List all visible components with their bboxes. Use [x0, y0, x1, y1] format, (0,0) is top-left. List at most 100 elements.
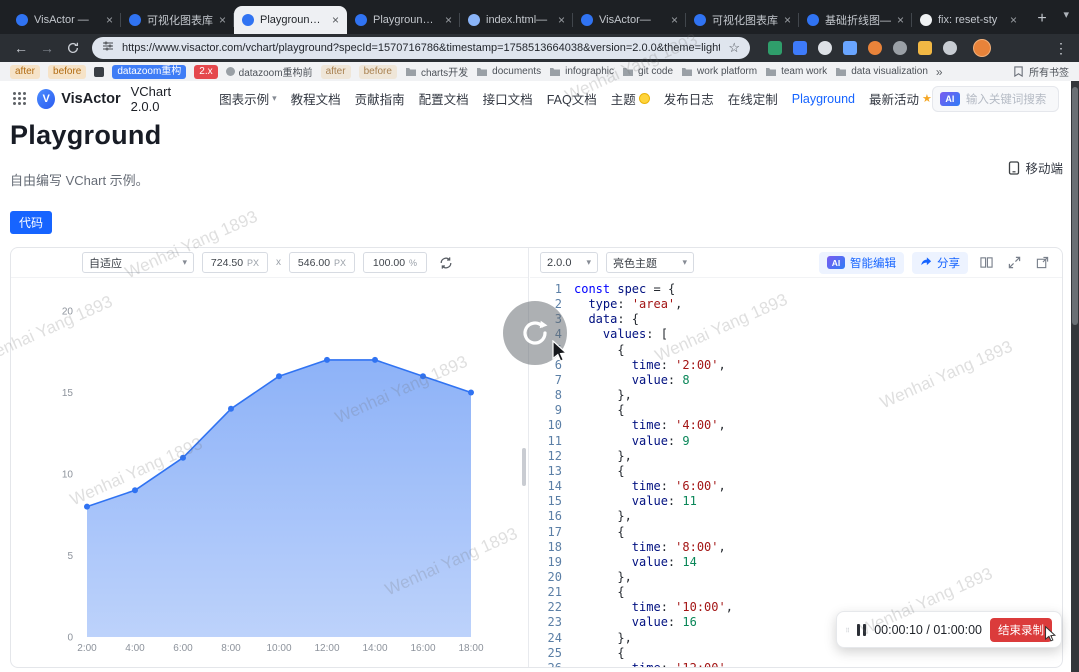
code-line[interactable]: 12 },	[530, 449, 1062, 464]
browser-tab[interactable]: Playground—×	[347, 6, 460, 34]
width-input[interactable]: 724.50 PX	[202, 252, 268, 273]
nav-menu-item[interactable]: Playground	[792, 92, 855, 106]
apps-grid-icon[interactable]	[12, 91, 27, 107]
ai-edit-button[interactable]: AI 智能编辑	[819, 252, 904, 274]
nav-menu-item[interactable]: 主题	[611, 89, 650, 108]
bookmark-item[interactable]: charts开发	[405, 64, 468, 79]
all-bookmarks-button[interactable]: 所有书签	[1013, 62, 1069, 81]
reload-icon[interactable]	[62, 37, 84, 59]
extension-icon-blue[interactable]	[793, 41, 807, 55]
version-select[interactable]: 2.0.0 ▾	[540, 252, 598, 273]
code-line[interactable]: 5 {	[530, 343, 1062, 358]
bookmark-item[interactable]: data visualization	[835, 66, 928, 77]
code-line[interactable]: 8 },	[530, 388, 1062, 403]
code-line[interactable]: 1const spec = {	[530, 282, 1062, 297]
extension-icon-green[interactable]	[768, 41, 782, 55]
nav-menu-item[interactable]: 在线定制	[728, 89, 778, 108]
tab-close-icon[interactable]: ×	[1010, 13, 1017, 27]
browser-tab[interactable]: fix: reset-sty×	[912, 6, 1025, 34]
tab-close-icon[interactable]: ×	[784, 13, 791, 27]
code-line[interactable]: 2 type: 'area',	[530, 297, 1062, 312]
drag-handle-icon[interactable]	[846, 623, 849, 637]
nav-menu-item[interactable]: 贡献指南	[355, 89, 405, 108]
page-scrollbar-thumb[interactable]	[1072, 87, 1078, 325]
fullscreen-icon[interactable]	[1004, 253, 1024, 273]
code-line[interactable]: 26 time: '12:00',	[530, 661, 1062, 667]
nav-menu-item[interactable]: 最新活动★	[869, 89, 932, 108]
profile-avatar[interactable]	[973, 39, 991, 57]
browser-tab[interactable]: index.html—×	[460, 6, 573, 34]
bookmark-item[interactable]: documents	[476, 66, 541, 77]
stop-recording-button[interactable]: 结束录制	[990, 618, 1052, 642]
product-version[interactable]: VChart 2.0.0	[131, 84, 197, 114]
bookmark-item[interactable]: before	[48, 65, 86, 79]
open-external-icon[interactable]	[1032, 253, 1052, 273]
tab-close-icon[interactable]: ×	[445, 13, 452, 27]
device-select[interactable]: 自适应 ▾	[82, 252, 194, 273]
tab-close-icon[interactable]: ×	[332, 13, 339, 27]
nav-menu-item[interactable]: 图表示例▾	[219, 89, 277, 108]
bookmark-item[interactable]: infographic	[549, 66, 614, 77]
code-line[interactable]: 13 {	[530, 464, 1062, 479]
bookmark-item[interactable]: datazoom重构前	[226, 64, 313, 79]
bookmark-item[interactable]: after	[321, 65, 351, 79]
menu-kebab-icon[interactable]: ⋮	[1053, 40, 1069, 57]
tab-close-icon[interactable]: ×	[671, 13, 678, 27]
extension-icon-monitor[interactable]	[843, 41, 857, 55]
code-line[interactable]: 11 value: 9	[530, 434, 1062, 449]
browser-tab[interactable]: VisActor—×	[573, 6, 686, 34]
address-bar[interactable]: https://www.visactor.com/vchart/playgrou…	[92, 37, 750, 59]
code-content[interactable]: 1const spec = {2 type: 'area',3 data: {4…	[530, 279, 1062, 667]
tab-close-icon[interactable]: ×	[106, 13, 113, 27]
nav-menu-item[interactable]: 配置文档	[419, 89, 469, 108]
visactor-logo[interactable]: V	[37, 89, 55, 109]
code-line[interactable]: 15 value: 11	[530, 494, 1062, 509]
browser-tab[interactable]: 可视化图表库×	[686, 6, 799, 34]
zoom-input[interactable]: 100.00 %	[363, 252, 427, 273]
code-line[interactable]: 20 },	[530, 570, 1062, 585]
preview-scrollbar-thumb[interactable]	[522, 448, 526, 486]
bookmark-item[interactable]: git code	[622, 66, 673, 77]
code-line[interactable]: 25 {	[530, 646, 1062, 661]
nav-menu-item[interactable]: 接口文档	[483, 89, 533, 108]
back-icon[interactable]: ←	[10, 37, 32, 59]
bookmark-item[interactable]: work platform	[681, 66, 757, 77]
browser-tab[interactable]: VisActor —×	[8, 6, 121, 34]
browser-tab[interactable]: 可视化图表库×	[121, 6, 234, 34]
code-line[interactable]: 17 {	[530, 525, 1062, 540]
bookmark-item[interactable]: 2.x	[194, 65, 217, 79]
code-line[interactable]: 14 time: '6:00',	[530, 479, 1062, 494]
extension-icon-light[interactable]	[943, 41, 957, 55]
extension-icon-orange[interactable]	[868, 41, 882, 55]
bookmark-star-icon[interactable]: ☆	[728, 40, 740, 56]
code-line[interactable]: 4 values: [	[530, 327, 1062, 342]
tab-close-icon[interactable]: ×	[897, 13, 904, 27]
extension-icon-circle[interactable]	[818, 41, 832, 55]
extension-icon-gray[interactable]	[893, 41, 907, 55]
share-button[interactable]: 分享	[912, 252, 968, 274]
extension-icon-yellow[interactable]	[918, 41, 932, 55]
forward-icon[interactable]: →	[36, 37, 58, 59]
ai-search-box[interactable]: AI 输入关键词搜索	[932, 86, 1059, 112]
browser-tab[interactable]: Playground—×	[234, 6, 347, 34]
code-line[interactable]: 9 {	[530, 403, 1062, 418]
code-line[interactable]: 19 value: 14	[530, 555, 1062, 570]
bookmark-item[interactable]: datazoom重构	[112, 65, 186, 79]
split-view-icon[interactable]	[976, 253, 996, 273]
url-text[interactable]: https://www.visactor.com/vchart/playgrou…	[122, 42, 720, 54]
tab-search-chevron-icon[interactable]: ▾	[1063, 8, 1069, 21]
code-line[interactable]: 6 time: '2:00',	[530, 358, 1062, 373]
new-tab-button[interactable]: +	[1031, 8, 1053, 30]
page-scrollbar[interactable]	[1071, 81, 1079, 672]
mobile-mode-button[interactable]: 移动端	[1008, 158, 1063, 177]
theme-select[interactable]: 亮色主题 ▾	[606, 252, 694, 273]
nav-menu-item[interactable]: 发布日志	[664, 89, 714, 108]
nav-menu-item[interactable]: FAQ文档	[547, 89, 597, 108]
preview-refresh-button[interactable]	[435, 252, 457, 274]
bookmark-item[interactable]: team work	[765, 66, 827, 77]
height-input[interactable]: 546.00 PX	[289, 252, 355, 273]
bookmarks-overflow-chevron[interactable]: »	[936, 65, 943, 79]
browser-tab[interactable]: 基础折线图—×	[799, 6, 912, 34]
code-line[interactable]: 10 time: '4:00',	[530, 418, 1062, 433]
code-line[interactable]: 21 {	[530, 585, 1062, 600]
